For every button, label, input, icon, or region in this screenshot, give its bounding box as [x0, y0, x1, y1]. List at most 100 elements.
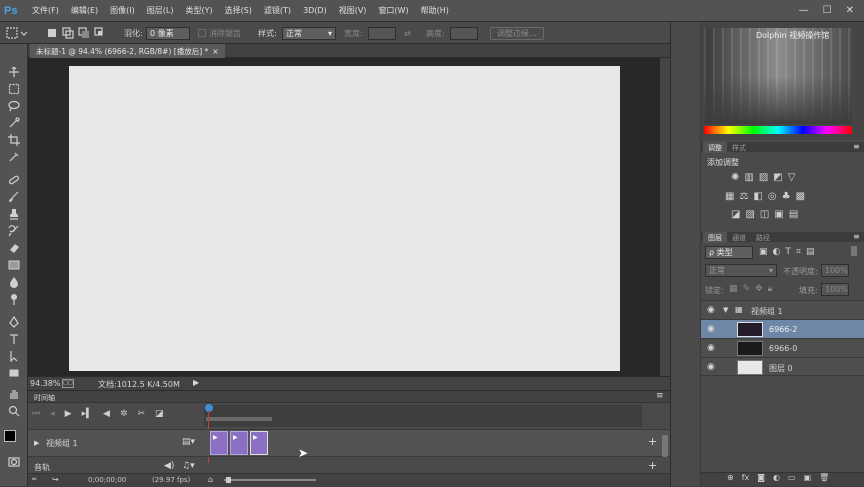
- filter-type-icon[interactable]: T: [785, 247, 791, 257]
- tab-adjustments[interactable]: 调整: [703, 142, 727, 153]
- photo-filter-icon[interactable]: ◎: [768, 191, 777, 202]
- visibility-eye-icon[interactable]: ◉: [707, 324, 715, 334]
- pen-tool[interactable]: [4, 314, 24, 330]
- new-selection-icon[interactable]: [46, 27, 58, 39]
- color-lookup-icon[interactable]: ▩: [796, 191, 805, 202]
- add-mask-icon[interactable]: ◙: [757, 473, 765, 482]
- menu-help[interactable]: 帮助(H): [415, 5, 455, 16]
- threshold-icon[interactable]: ◫: [760, 209, 769, 220]
- new-layer-icon[interactable]: ▣: [804, 473, 812, 482]
- layer-row[interactable]: ◉ 6966-0: [701, 338, 864, 357]
- expand-track-icon[interactable]: ▶: [34, 439, 39, 447]
- invert-icon[interactable]: ◪: [731, 209, 740, 220]
- canvas-vertical-scrollbar[interactable]: [660, 58, 670, 376]
- brightness-icon[interactable]: ✺: [731, 172, 739, 183]
- clone-stamp-tool[interactable]: [4, 206, 24, 222]
- filter-pixel-icon[interactable]: ▣: [759, 247, 768, 257]
- opacity-input[interactable]: 100%: [821, 264, 849, 277]
- vibrance-icon[interactable]: ▽: [788, 172, 796, 183]
- selective-color-icon[interactable]: ▣: [774, 209, 783, 220]
- settings-gear-icon[interactable]: ✲: [120, 409, 128, 419]
- curves-icon[interactable]: ▨: [759, 172, 768, 183]
- expand-group-icon[interactable]: ▼: [723, 306, 728, 314]
- filter-adjustment-icon[interactable]: ◐: [773, 247, 781, 257]
- previous-frame-icon[interactable]: ◂: [50, 409, 55, 419]
- next-frame-icon[interactable]: ▸▍: [82, 409, 93, 419]
- render-video-icon[interactable]: ═: [32, 475, 36, 483]
- playhead-handle[interactable]: [205, 404, 213, 412]
- work-area-bar[interactable]: [206, 417, 272, 421]
- healing-brush-tool[interactable]: [4, 172, 24, 188]
- style-select[interactable]: 正常 ▾: [282, 26, 336, 40]
- posterize-icon[interactable]: ▧: [745, 209, 754, 220]
- swap-icon[interactable]: ⇄: [404, 26, 411, 40]
- video-clip[interactable]: ▶: [250, 431, 268, 455]
- menu-3d[interactable]: 3D(D): [297, 6, 333, 15]
- quick-select-tool[interactable]: [4, 115, 24, 131]
- layer-row-group[interactable]: ◉ ▼ ▦ 视频组 1: [701, 300, 864, 319]
- menu-edit[interactable]: 编辑(E): [65, 5, 104, 16]
- document-tab[interactable]: 未标题-1 @ 94.4% (6966-2, RGB/8#) [播放后] * ×: [30, 44, 225, 58]
- move-tool[interactable]: [4, 64, 24, 80]
- height-input[interactable]: [450, 26, 478, 40]
- blur-tool[interactable]: [4, 274, 24, 290]
- subtract-selection-icon[interactable]: [78, 27, 90, 39]
- time-ruler[interactable]: [204, 405, 642, 427]
- lasso-tool[interactable]: [4, 98, 24, 114]
- eyedropper-tool[interactable]: [4, 149, 24, 165]
- filter-toggle[interactable]: [851, 246, 857, 256]
- visibility-eye-icon[interactable]: ◉: [707, 362, 715, 372]
- filter-smart-object-icon[interactable]: ▤: [806, 247, 815, 257]
- filter-shape-icon[interactable]: ⌗: [796, 247, 801, 257]
- fill-input[interactable]: 100%: [821, 283, 849, 296]
- panel-menu-icon[interactable]: ≡: [656, 391, 664, 401]
- menu-type[interactable]: 类型(Y): [179, 5, 218, 16]
- black-white-icon[interactable]: ◧: [753, 191, 762, 202]
- convert-icon[interactable]: ↪: [52, 475, 59, 484]
- video-clip[interactable]: ▶: [230, 431, 248, 455]
- zoom-out-icon[interactable]: ⌂: [208, 475, 213, 484]
- zoom-tool[interactable]: [4, 403, 24, 419]
- timeline-scrollbar[interactable]: [662, 435, 668, 457]
- shape-tool[interactable]: [4, 365, 24, 381]
- hue-spectrum-bar[interactable]: [704, 126, 852, 134]
- lock-position-icon[interactable]: ✥: [755, 284, 763, 294]
- timeline-zoom-slider[interactable]: [224, 479, 316, 481]
- new-group-icon[interactable]: ▭: [788, 473, 796, 482]
- proof-icon[interactable]: □□: [62, 379, 74, 388]
- add-audio-icon[interactable]: +: [648, 459, 657, 472]
- quick-mask-button[interactable]: [4, 454, 24, 470]
- antialias-checkbox[interactable]: 消除锯齿: [198, 26, 241, 40]
- hand-tool[interactable]: [4, 386, 24, 402]
- color-balance-icon[interactable]: ⚖: [739, 191, 748, 202]
- exposure-icon[interactable]: ◩: [773, 172, 782, 183]
- type-tool[interactable]: [4, 331, 24, 347]
- lock-all-icon[interactable]: 🔒︎: [768, 284, 773, 294]
- speaker-icon[interactable]: ◀): [164, 461, 174, 471]
- status-menu-arrow-icon[interactable]: ▶: [193, 378, 199, 387]
- visibility-eye-icon[interactable]: ◉: [707, 343, 715, 353]
- foreground-color-swatch[interactable]: [4, 430, 16, 442]
- layer-row[interactable]: ◉ 图层 0: [701, 357, 864, 376]
- eraser-tool[interactable]: [4, 240, 24, 256]
- add-media-icon[interactable]: +: [648, 435, 657, 448]
- path-selection-tool[interactable]: [4, 348, 24, 364]
- video-clip[interactable]: ▶: [210, 431, 228, 455]
- layer-filter-select[interactable]: ρ 类型: [705, 246, 753, 259]
- menu-select[interactable]: 选择(S): [219, 5, 258, 16]
- dodge-tool[interactable]: [4, 291, 24, 307]
- close-tab-icon[interactable]: ×: [212, 47, 218, 56]
- new-adjustment-icon[interactable]: ◐: [773, 473, 780, 482]
- music-note-icon[interactable]: ♫▾: [182, 461, 195, 471]
- hue-saturation-icon[interactable]: ▦: [725, 191, 734, 202]
- audio-icon[interactable]: ◀: [103, 409, 110, 419]
- feather-input[interactable]: 0 像素: [146, 26, 190, 40]
- link-layers-icon[interactable]: ⊕: [727, 473, 734, 482]
- levels-icon[interactable]: ▥: [744, 172, 753, 183]
- color-field[interactable]: Dolphin 视频操作馆: [704, 28, 852, 124]
- layer-row-selected[interactable]: ◉ 6966-2: [701, 319, 864, 338]
- history-brush-tool[interactable]: [4, 223, 24, 239]
- tab-layers[interactable]: 图层: [703, 232, 727, 243]
- add-selection-icon[interactable]: [62, 27, 74, 39]
- menu-filter[interactable]: 滤镜(T): [258, 5, 297, 16]
